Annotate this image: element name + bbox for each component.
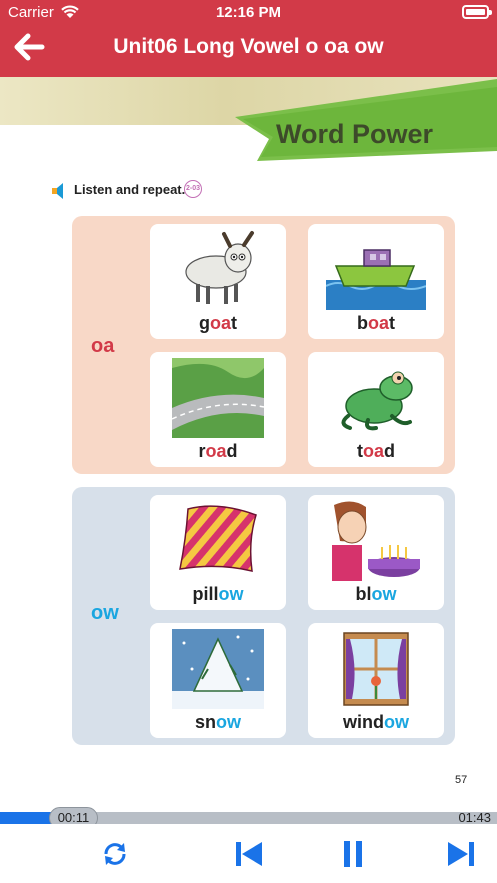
word-card-boat[interactable]: boat xyxy=(308,224,444,339)
word-label: window xyxy=(343,712,409,732)
toad-image xyxy=(341,371,413,431)
clock: 12:16 PM xyxy=(215,4,282,21)
pause-icon[interactable] xyxy=(338,840,368,868)
navigation-bar: Carrier 12:16 PM Unit06 Long Vowel o oa … xyxy=(0,0,497,77)
screen: Carrier 12:16 PM Unit06 Long Vowel o oa … xyxy=(0,0,497,883)
word-label: road xyxy=(198,441,238,461)
page-title: Unit06 Long Vowel o oa ow xyxy=(113,35,384,58)
repeat-icon[interactable] xyxy=(100,840,130,868)
snow-image xyxy=(172,629,264,709)
textbook-page: Word Power Listen and repeat. 2-03 oa ow… xyxy=(0,77,497,812)
word-card-goat[interactable]: goat xyxy=(150,224,286,339)
battery-icon xyxy=(462,5,492,19)
section-title: Word Power xyxy=(276,119,434,149)
road-image xyxy=(171,358,265,438)
word-card-pillow[interactable]: pillow xyxy=(150,495,286,610)
blow-image xyxy=(332,501,420,581)
ow-group-label: ow xyxy=(91,602,119,624)
pillow-image xyxy=(179,505,257,572)
previous-icon[interactable] xyxy=(234,840,264,868)
word-card-blow[interactable]: blow xyxy=(308,495,444,610)
word-card-window[interactable]: window xyxy=(308,623,444,738)
page-number: 57 xyxy=(455,774,468,786)
instruction-text: Listen and repeat. xyxy=(74,182,186,197)
word-label: snow xyxy=(194,712,241,732)
word-label: goat xyxy=(198,313,237,333)
word-label: boat xyxy=(356,313,395,333)
word-label: blow xyxy=(355,584,397,604)
progress-fill xyxy=(0,812,54,824)
audio-track-badge: 2-03 xyxy=(184,180,202,198)
word-card-road[interactable]: road xyxy=(150,352,286,467)
status-bar: Carrier 12:16 PM xyxy=(0,0,497,26)
word-card-toad[interactable]: toad xyxy=(308,352,444,467)
next-icon[interactable] xyxy=(446,840,476,868)
player-controls xyxy=(0,824,497,883)
speaker-icon xyxy=(52,183,63,199)
word-label: pillow xyxy=(192,584,244,604)
boat-image xyxy=(326,249,426,310)
word-label: toad xyxy=(356,441,395,461)
total-time: 01:43 xyxy=(458,810,491,825)
goat-image xyxy=(185,231,254,304)
oa-group-label: oa xyxy=(91,335,115,357)
word-card-snow[interactable]: snow xyxy=(150,623,286,738)
window-image xyxy=(343,632,409,706)
